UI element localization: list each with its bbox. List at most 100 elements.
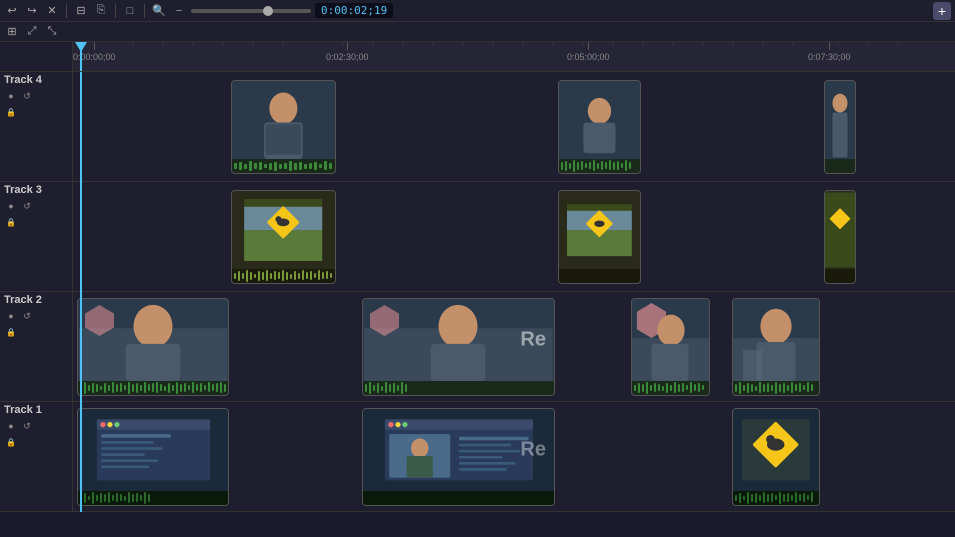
ruler-mark-1: 0:02:30;00 bbox=[326, 42, 369, 62]
zoom-slider-container bbox=[191, 9, 311, 13]
timeline-content: 0:00:00;00 0:02:30;00 0:05:00;00 0:07:30… bbox=[73, 42, 955, 512]
track3-clip3[interactable] bbox=[824, 190, 856, 284]
clip-waveform bbox=[363, 381, 554, 395]
track2-clip4[interactable] bbox=[732, 298, 820, 396]
clip-waveform bbox=[733, 491, 819, 505]
track4-clip2[interactable] bbox=[558, 80, 641, 174]
clip-waveform2 bbox=[559, 159, 640, 173]
track4-icons: ● ↺ bbox=[0, 88, 38, 104]
collapse-icon[interactable]: ⤡ bbox=[44, 24, 60, 40]
track1-eye-icon[interactable]: ● bbox=[4, 419, 18, 433]
app-container: ↩ ↪ ✕ ⊟ ⎘ □ 🔍 − 0:00:02;19 + ⊞ ⤢ ⤡ Tr bbox=[0, 0, 955, 512]
clip-waveform bbox=[232, 159, 335, 173]
redo-icon[interactable]: ↪ bbox=[24, 3, 40, 19]
playhead-triangle bbox=[75, 42, 87, 52]
clip-waveform bbox=[632, 381, 709, 395]
track4-icons2: 🔒 bbox=[0, 104, 22, 120]
track2-icons: ● ↺ bbox=[0, 308, 38, 324]
snapshot-icon[interactable]: □ bbox=[122, 3, 138, 19]
track1-rotate-icon[interactable]: ↺ bbox=[20, 419, 34, 433]
ruler-mark-2: 0:05:00;00 bbox=[567, 42, 610, 62]
clip-re-label: Re bbox=[520, 329, 546, 352]
clip-thumb bbox=[632, 299, 709, 381]
track2-clip1[interactable] bbox=[77, 298, 229, 396]
track4-rotate-icon[interactable]: ↺ bbox=[20, 89, 34, 103]
toolbar2: ⊞ ⤢ ⤡ bbox=[0, 22, 955, 42]
track1-clip2[interactable]: Re bbox=[362, 408, 555, 506]
track3-icons2: 🔒 bbox=[0, 214, 22, 230]
track-row-track1: Re bbox=[73, 402, 955, 512]
clip-waveform bbox=[78, 491, 228, 505]
close-icon[interactable]: ✕ bbox=[44, 3, 60, 19]
track2-lock-icon[interactable]: 🔒 bbox=[4, 325, 18, 339]
track-row-track2: Re bbox=[73, 292, 955, 402]
clip-thumb bbox=[78, 299, 228, 381]
labels-header-spacer bbox=[0, 42, 72, 72]
track3-lock-icon[interactable]: 🔒 bbox=[4, 215, 18, 229]
track-label-track3: Track 3 ● ↺ 🔒 bbox=[0, 182, 72, 292]
track2-clip2[interactable]: Re bbox=[362, 298, 555, 396]
copy-icon[interactable]: ⎘ bbox=[93, 3, 109, 19]
zoom-in-icon[interactable]: 🔍 bbox=[151, 3, 167, 19]
divider2 bbox=[115, 4, 116, 18]
track3-clip1[interactable] bbox=[231, 190, 336, 284]
clip-waveform bbox=[559, 269, 640, 283]
save-icon[interactable]: ⊟ bbox=[73, 3, 89, 19]
track2-icons2: 🔒 bbox=[0, 324, 22, 340]
main-area: Track 4 ● ↺ 🔒 Track 3 ● ↺ 🔒 bbox=[0, 42, 955, 512]
clip-waveform bbox=[232, 269, 335, 283]
undo-icon[interactable]: ↩ bbox=[4, 3, 20, 19]
playhead-ruler bbox=[80, 42, 82, 71]
clip-waveform3 bbox=[825, 159, 855, 173]
ruler-mark-3: 0:07:30;00 bbox=[808, 42, 851, 62]
clip-thumb-small bbox=[825, 191, 855, 269]
clip-re-label2: Re bbox=[520, 439, 546, 462]
divider1 bbox=[66, 4, 67, 18]
zoom-thumb bbox=[263, 6, 273, 16]
track-label-track2: Track 2 ● ↺ 🔒 bbox=[0, 292, 72, 402]
clip-thumb: Re bbox=[363, 409, 554, 491]
clip-thumb: Re bbox=[363, 299, 554, 381]
track-row-track3 bbox=[73, 182, 955, 292]
track2-rotate-icon[interactable]: ↺ bbox=[20, 309, 34, 323]
clip-thumb-small bbox=[825, 81, 855, 159]
clip-thumb bbox=[559, 81, 640, 159]
track1-lock-icon[interactable]: 🔒 bbox=[4, 435, 18, 449]
track1-icons: ● ↺ bbox=[0, 418, 38, 434]
track3-name: Track 3 bbox=[0, 182, 46, 198]
track3-rotate-icon[interactable]: ↺ bbox=[20, 199, 34, 213]
track1-clip1[interactable] bbox=[77, 408, 229, 506]
track3-icons: ● ↺ bbox=[0, 198, 38, 214]
fit-icon[interactable]: ⊞ bbox=[4, 24, 20, 40]
tracks-area: Re bbox=[73, 72, 955, 512]
track4-lock-icon[interactable]: 🔒 bbox=[4, 105, 18, 119]
track-row-track4 bbox=[73, 72, 955, 182]
timecode-display: 0:00:02;19 bbox=[315, 3, 393, 18]
divider3 bbox=[144, 4, 145, 18]
track-label-track1: Track 1 ● ↺ 🔒 bbox=[0, 402, 72, 512]
track3-clip2[interactable] bbox=[558, 190, 641, 284]
add-button[interactable]: + bbox=[933, 2, 951, 20]
zoom-slider[interactable] bbox=[191, 9, 311, 13]
track1-clip3[interactable] bbox=[732, 408, 820, 506]
clip-thumb bbox=[78, 409, 228, 491]
toolbar: ↩ ↪ ✕ ⊟ ⎘ □ 🔍 − 0:00:02;19 + bbox=[0, 0, 955, 22]
track2-eye-icon[interactable]: ● bbox=[4, 309, 18, 323]
track4-clip1[interactable] bbox=[231, 80, 336, 174]
clip-thumb bbox=[232, 81, 335, 159]
expand-icon[interactable]: ⤢ bbox=[24, 24, 40, 40]
zoom-minus-icon[interactable]: − bbox=[171, 3, 187, 19]
track2-clip3[interactable] bbox=[631, 298, 710, 396]
track1-name: Track 1 bbox=[0, 402, 46, 418]
clip-thumb bbox=[733, 409, 819, 491]
track2-name: Track 2 bbox=[0, 292, 46, 308]
track4-name: Track 4 bbox=[0, 72, 46, 88]
track3-eye-icon[interactable]: ● bbox=[4, 199, 18, 213]
clip-thumb bbox=[733, 299, 819, 381]
track4-clip3[interactable] bbox=[824, 80, 856, 174]
track-label-track4: Track 4 ● ↺ 🔒 bbox=[0, 72, 72, 182]
clip-waveform bbox=[78, 381, 228, 395]
timeline-ruler: 0:00:00;00 0:02:30;00 0:05:00;00 0:07:30… bbox=[73, 42, 955, 72]
track4-eye-icon[interactable]: ● bbox=[4, 89, 18, 103]
clip-waveform bbox=[825, 269, 855, 283]
